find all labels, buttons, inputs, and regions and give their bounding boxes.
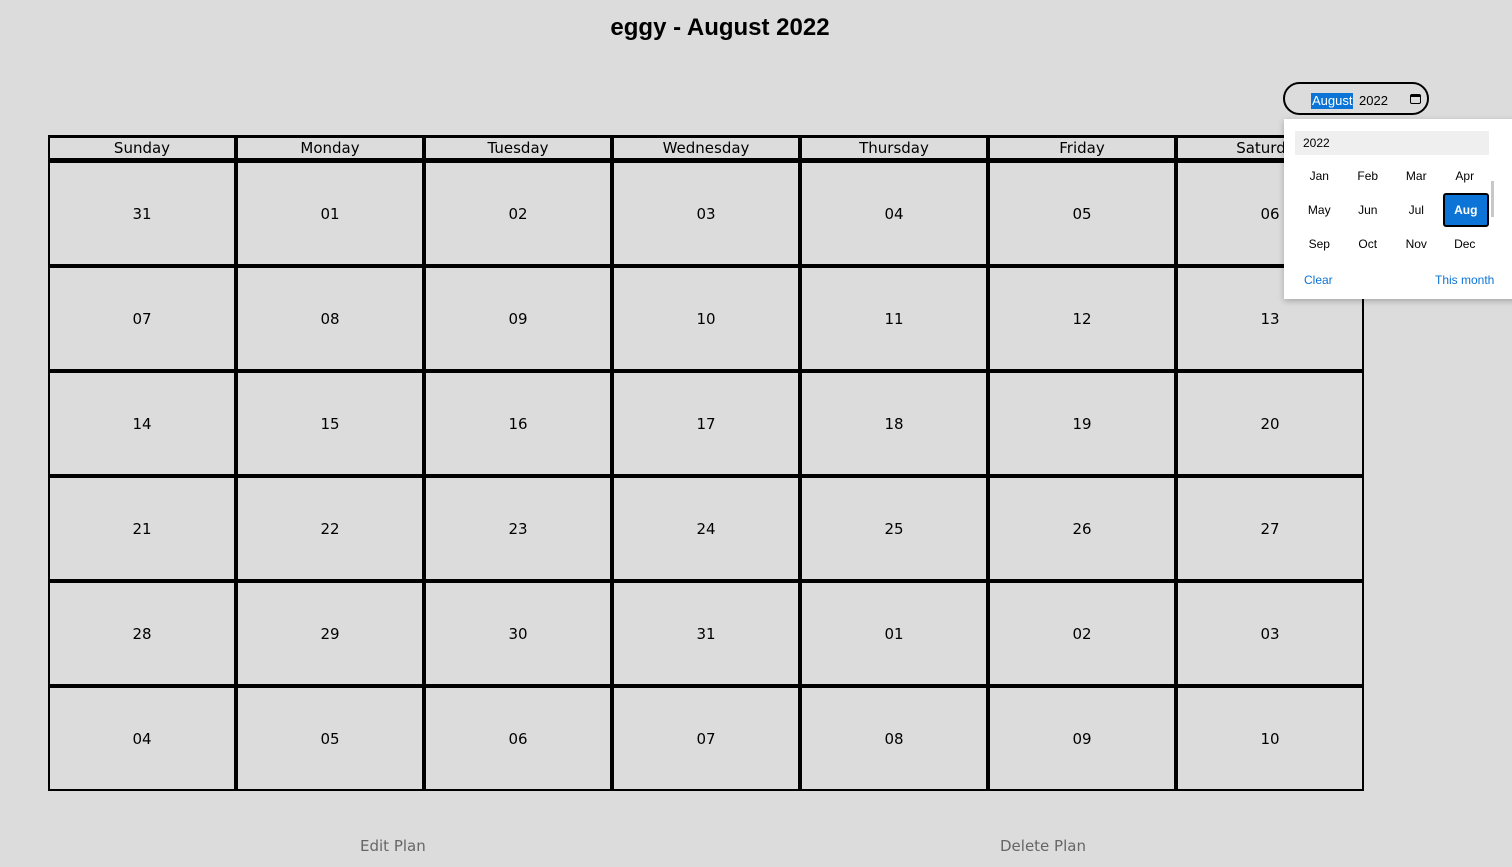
weekday-header-row: Sunday Monday Tuesday Wednesday Thursday… [48,135,1364,163]
day-cell[interactable]: 28 [48,579,238,688]
weekday-header: Wednesday [610,135,802,163]
picker-month-jun[interactable]: Jun [1344,193,1393,227]
year-segment[interactable]: 2022 [1359,93,1388,109]
day-cell[interactable]: 26 [986,474,1178,583]
day-cell[interactable]: 12 [986,264,1178,373]
day-cell[interactable]: 11 [798,264,990,373]
day-cell[interactable]: 03 [1174,579,1364,688]
calendar-icon[interactable] [1410,94,1421,104]
day-cell[interactable]: 07 [610,684,802,791]
day-cell[interactable]: 02 [986,579,1178,688]
day-cell[interactable]: 10 [1174,684,1364,791]
week-row: 31 01 02 03 04 05 06 [48,158,1364,268]
day-cell[interactable]: 31 [48,158,238,268]
day-cell[interactable]: 09 [422,264,614,373]
weekday-header: Friday [986,135,1178,163]
edit-plan-button[interactable]: Edit Plan [360,837,426,855]
day-cell[interactable]: 24 [610,474,802,583]
day-cell[interactable]: 17 [610,369,802,478]
picker-scrollbar[interactable] [1491,181,1494,217]
day-cell[interactable]: 10 [610,264,802,373]
picker-month-aug[interactable]: Aug [1442,193,1489,227]
day-cell[interactable]: 18 [798,369,990,478]
day-cell[interactable]: 23 [422,474,614,583]
picker-month-grid: Jan Feb Mar Apr May Jun Jul Aug Sep Oct Nov Dec [1295,159,1489,261]
month-segment[interactable]: August [1311,93,1354,109]
week-row: 28 29 30 31 01 02 03 [48,579,1364,688]
day-cell[interactable]: 22 [234,474,426,583]
day-cell[interactable]: 09 [986,684,1178,791]
picker-month-feb[interactable]: Feb [1344,159,1393,193]
picker-month-oct[interactable]: Oct [1344,227,1393,261]
picker-month-jan[interactable]: Jan [1295,159,1344,193]
weekday-header: Sunday [48,135,238,163]
this-month-button[interactable]: This month [1435,273,1494,287]
day-cell[interactable]: 14 [48,369,238,478]
week-row: 07 08 09 10 11 12 13 [48,264,1364,373]
day-cell[interactable]: 07 [48,264,238,373]
day-cell[interactable]: 01 [798,579,990,688]
day-cell[interactable]: 21 [48,474,238,583]
day-cell[interactable]: 03 [610,158,802,268]
calendar-grid: Sunday Monday Tuesday Wednesday Thursday… [48,135,1364,791]
month-picker-dropdown: 2022 Jan Feb Mar Apr May Jun Jul Aug Sep Oct Nov De… [1284,119,1512,299]
day-cell[interactable]: 20 [1174,369,1364,478]
day-cell[interactable]: 06 [422,684,614,791]
day-cell[interactable]: 15 [234,369,426,478]
month-input[interactable]: August 2022 [1283,82,1429,115]
clear-button[interactable]: Clear [1304,273,1333,287]
picker-year-header[interactable]: 2022 [1295,131,1489,155]
day-cell[interactable]: 04 [798,158,990,268]
day-cell[interactable]: 31 [610,579,802,688]
picker-month-jul[interactable]: Jul [1392,193,1441,227]
picker-month-sep[interactable]: Sep [1295,227,1344,261]
weekday-header: Monday [234,135,426,163]
picker-month-may[interactable]: May [1295,193,1344,227]
day-cell[interactable]: 30 [422,579,614,688]
day-cell[interactable]: 05 [986,158,1178,268]
day-cell[interactable]: 25 [798,474,990,583]
day-cell[interactable]: 01 [234,158,426,268]
delete-plan-button[interactable]: Delete Plan [1000,837,1086,855]
day-cell[interactable]: 08 [798,684,990,791]
day-cell[interactable]: 08 [234,264,426,373]
day-cell[interactable]: 02 [422,158,614,268]
weekday-header: Thursday [798,135,990,163]
picker-month-dec[interactable]: Dec [1441,227,1490,261]
week-row: 04 05 06 07 08 09 10 [48,684,1364,791]
picker-month-nov[interactable]: Nov [1392,227,1441,261]
day-cell[interactable]: 19 [986,369,1178,478]
week-row: 14 15 16 17 18 19 20 [48,369,1364,478]
weekday-header: Tuesday [422,135,614,163]
day-cell[interactable]: 05 [234,684,426,791]
day-cell[interactable]: 29 [234,579,426,688]
day-cell[interactable]: 16 [422,369,614,478]
page-title: eggy - August 2022 [610,14,830,41]
day-cell[interactable]: 04 [48,684,238,791]
picker-month-mar[interactable]: Mar [1392,159,1441,193]
picker-month-apr[interactable]: Apr [1441,159,1490,193]
week-row: 21 22 23 24 25 26 27 [48,474,1364,583]
day-cell[interactable]: 27 [1174,474,1364,583]
